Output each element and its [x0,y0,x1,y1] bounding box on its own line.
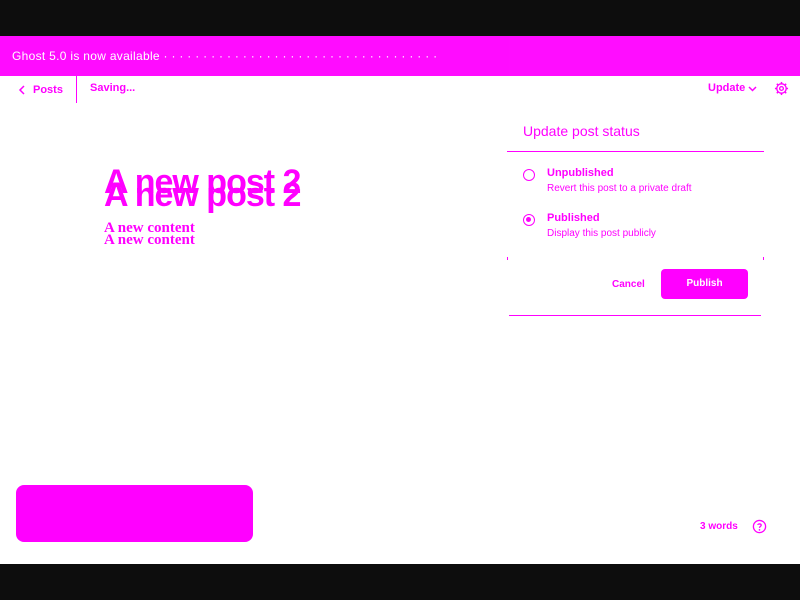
update-dropdown-button[interactable]: Update [708,82,757,94]
gear-icon[interactable] [774,81,789,96]
popover-edge-mark [507,257,508,260]
popover-bottom-divider [509,315,761,316]
update-banner: Ghost 5.0 is now available · · · · · · ·… [0,36,800,76]
banner-text: Ghost 5.0 is now available · · · · · · ·… [12,49,438,63]
popover-divider [507,151,764,152]
published-radio[interactable] [523,214,535,226]
unpublished-option[interactable]: Unpublished Revert this post to a privat… [523,167,753,201]
published-description: Display this post publicly [547,228,656,239]
popover-edge-mark [763,257,764,260]
back-to-posts-link[interactable]: Posts [18,81,63,99]
notification-toast [16,485,253,542]
editor-toolbar: Posts Saving... Update [0,76,800,103]
update-label: Update [708,82,746,94]
toolbar-divider [76,76,77,103]
unpublished-radio[interactable] [523,169,535,181]
post-title[interactable]: A new post 2 [104,176,301,215]
back-link-label: Posts [33,84,63,96]
help-icon[interactable] [752,519,767,534]
save-status: Saving... [90,82,136,94]
word-count: 3 words [700,521,738,532]
chevron-down-icon [748,85,757,92]
publish-button[interactable]: Publish [661,269,748,299]
chevron-left-icon [18,85,25,95]
editor-viewport: Ghost 5.0 is now available · · · · · · ·… [0,36,800,564]
post-content[interactable]: A new content [104,232,195,249]
published-option[interactable]: Published Display this post publicly [523,212,753,246]
published-label: Published [547,212,600,224]
unpublished-description: Revert this post to a private draft [547,183,692,194]
popover-title: Update post status [523,123,640,139]
post-status-popover: Update post status Unpublished Revert th… [507,114,764,316]
unpublished-label: Unpublished [547,167,614,179]
cancel-button[interactable]: Cancel [612,279,645,290]
